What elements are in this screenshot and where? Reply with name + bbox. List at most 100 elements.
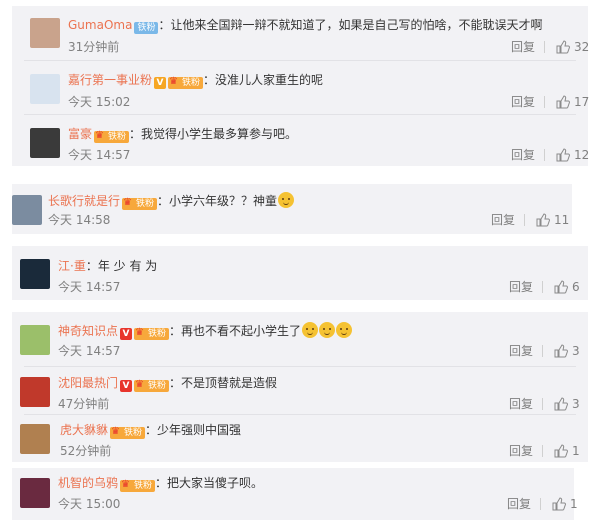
crown-icon: ♛ [111, 426, 120, 437]
username-link[interactable]: 富豪 [68, 127, 92, 141]
comment-line: 虎大貅貅 ♛ 铁粉 ：少年强则中国强 [60, 422, 241, 439]
comment-line: 江·重：年 少 有 为 [58, 258, 157, 274]
avatar[interactable] [20, 325, 50, 355]
comment-text: ：让他来全国辩一辩不就知道了，如果是自己写的怕啥，不能耽误天才啊 [158, 18, 543, 32]
avatar[interactable] [30, 128, 60, 158]
like-button[interactable]: 3 [554, 344, 580, 358]
crown-icon: ♛ [123, 197, 132, 208]
verified-icon: V [120, 328, 133, 340]
username-link[interactable]: 嘉行第一事业粉 [68, 73, 152, 87]
username-link[interactable]: 虎大貅貅 [60, 423, 108, 437]
verified-icon: V [120, 380, 133, 392]
action-separator [540, 498, 541, 510]
thumbs-up-icon [556, 40, 574, 54]
comment-time: 今天 14:58 [48, 213, 111, 227]
verified-icon: V [154, 77, 167, 89]
comment-text: ：没准儿人家重生的呢 [203, 73, 324, 87]
like-button[interactable]: 11 [536, 213, 569, 227]
comment-line: 嘉行第一事业粉 V ♛ 铁粉 ：没准儿人家重生的呢 [68, 72, 323, 89]
fan-badge-label: 铁粉 [124, 428, 143, 438]
reply-button[interactable]: 回复 [507, 497, 531, 511]
like-button[interactable]: 12 [556, 148, 589, 162]
comment-time: 今天 15:02 [68, 95, 131, 109]
reply-button[interactable]: 回复 [511, 40, 535, 54]
comment-time: 今天 15:00 [58, 497, 121, 511]
like-count: 6 [572, 280, 580, 294]
fan-badge-label: 铁粉 [134, 481, 153, 491]
comment-time: 52分钟前 [60, 444, 112, 458]
avatar[interactable] [20, 259, 50, 289]
username-link[interactable]: GumaOma [68, 18, 132, 32]
thumbs-up-icon [554, 444, 572, 458]
fan-badge-label: 铁粉 [148, 381, 167, 391]
username-link[interactable]: 长歌行就是行 [48, 194, 120, 208]
divider [24, 414, 576, 415]
reply-button[interactable]: 回复 [511, 95, 535, 109]
comment-line: 神奇知识点 V ♛ 铁粉 ：再也不看不起小学生了 [58, 322, 353, 340]
fan-badge: ♛ 铁粉 [94, 130, 130, 143]
comment-time: 今天 14:57 [68, 148, 131, 162]
thumbs-up-icon [552, 497, 570, 511]
comment-time: 今天 14:57 [58, 344, 121, 358]
action-separator [524, 214, 525, 226]
comment-line: GumaOma 铁粉 ：让他来全国辩一辩不就知道了，如果是自己写的怕啥，不能耽误天才… [68, 17, 542, 34]
emoji-icon [336, 322, 353, 338]
crown-icon: ♛ [121, 479, 130, 490]
comment-line: 富豪 ♛ 铁粉 ：我觉得小学生最多算参与吧。 [68, 126, 297, 143]
avatar[interactable] [20, 377, 50, 407]
avatar[interactable] [20, 424, 50, 454]
like-button[interactable]: 3 [554, 397, 580, 411]
comment-text: ：把大家当傻子呗。 [155, 476, 264, 490]
comment-text: ：小学六年级？？神童 [157, 194, 278, 208]
fan-badge-label: 铁粉 [108, 132, 127, 142]
comment-line: 长歌行就是行 ♛ 铁粉 ：小学六年级？？神童 [48, 192, 295, 210]
divider [24, 366, 576, 367]
like-button[interactable]: 17 [556, 95, 589, 109]
thumbs-up-icon [554, 344, 572, 358]
avatar[interactable] [12, 195, 42, 225]
fan-badge-label: 铁粉 [182, 78, 201, 88]
comment-text: ：我觉得小学生最多算参与吧。 [129, 127, 298, 141]
action-separator [542, 445, 543, 457]
reply-button[interactable]: 回复 [509, 444, 533, 458]
reply-button[interactable]: 回复 [511, 148, 535, 162]
avatar[interactable] [30, 18, 60, 48]
username-link[interactable]: 江·重 [58, 259, 86, 273]
reply-button[interactable]: 回复 [509, 397, 533, 411]
action-separator [542, 345, 543, 357]
crown-icon: ♛ [169, 76, 178, 87]
username-link[interactable]: 机智的乌鸦 [58, 476, 118, 490]
username-link[interactable]: 神奇知识点 [58, 324, 118, 338]
fan-badge-label: 铁粉 [148, 329, 167, 339]
avatar[interactable] [30, 74, 60, 104]
thumbs-up-icon [556, 148, 574, 162]
like-button[interactable]: 1 [552, 497, 578, 511]
thumbs-up-icon [554, 397, 572, 411]
like-count: 17 [574, 95, 590, 109]
action-separator [544, 41, 545, 53]
fan-badge: ♛ 铁粉 [134, 379, 170, 392]
crown-icon: ♛ [95, 130, 104, 141]
username-link[interactable]: 沈阳最热门 [58, 376, 118, 390]
comment-time: 今天 14:57 [58, 280, 121, 294]
divider [24, 60, 576, 61]
reply-button[interactable]: 回复 [491, 213, 515, 227]
like-count: 32 [574, 40, 590, 54]
crown-icon: ♛ [135, 379, 144, 390]
like-button[interactable]: 1 [554, 444, 580, 458]
reply-button[interactable]: 回复 [509, 344, 533, 358]
comment-time: 31分钟前 [68, 40, 120, 54]
thumbs-up-icon [556, 95, 574, 109]
emoji-icon [278, 192, 295, 208]
like-count: 3 [572, 344, 580, 358]
like-button[interactable]: 6 [554, 280, 580, 294]
comment-text: ：不是顶替就是造假 [169, 376, 278, 390]
like-count: 12 [574, 148, 590, 162]
avatar[interactable] [20, 478, 50, 508]
comment-text: ：年 少 有 为 [85, 259, 158, 273]
comment-text: ：再也不看不起小学生了 [169, 324, 302, 338]
action-separator [542, 281, 543, 293]
reply-button[interactable]: 回复 [509, 280, 533, 294]
like-button[interactable]: 32 [556, 40, 589, 54]
like-count: 1 [570, 497, 578, 511]
